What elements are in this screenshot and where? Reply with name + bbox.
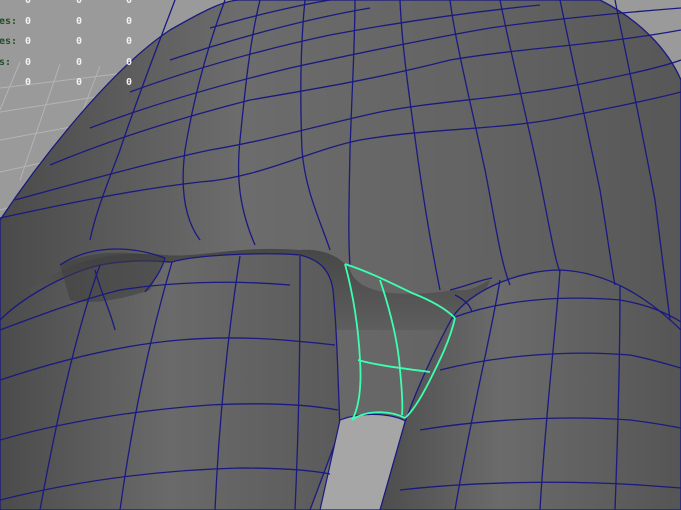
hud-row-label: es: [0,15,18,27]
maya-3d-viewport[interactable]: 0 0 0 es: 0 0 0 es: 0 0 0 s: 0 0 0 0 0 0 [0,0,681,510]
viewport-scene[interactable] [0,0,681,510]
hud-value: 0 [126,77,133,88]
hud-value: 0 [126,36,133,47]
hud-value: 0 [76,56,83,68]
hud-value: 0 [25,77,32,88]
hud-value: 0 [76,36,83,47]
hud-value: 0 [76,15,83,27]
hud-value: 0 [25,56,32,68]
hud-row-label: s: [0,56,12,68]
hud-value: 0 [76,77,83,88]
hud-value: 0 [25,36,32,47]
hud-value: 0 [25,0,32,6]
hud-row-label: es: [0,36,18,47]
hud-value: 0 [25,15,32,27]
hud-value: 0 [126,56,133,68]
hud-value: 0 [76,0,83,6]
hud-value: 0 [126,0,133,6]
hud-value: 0 [126,15,133,27]
